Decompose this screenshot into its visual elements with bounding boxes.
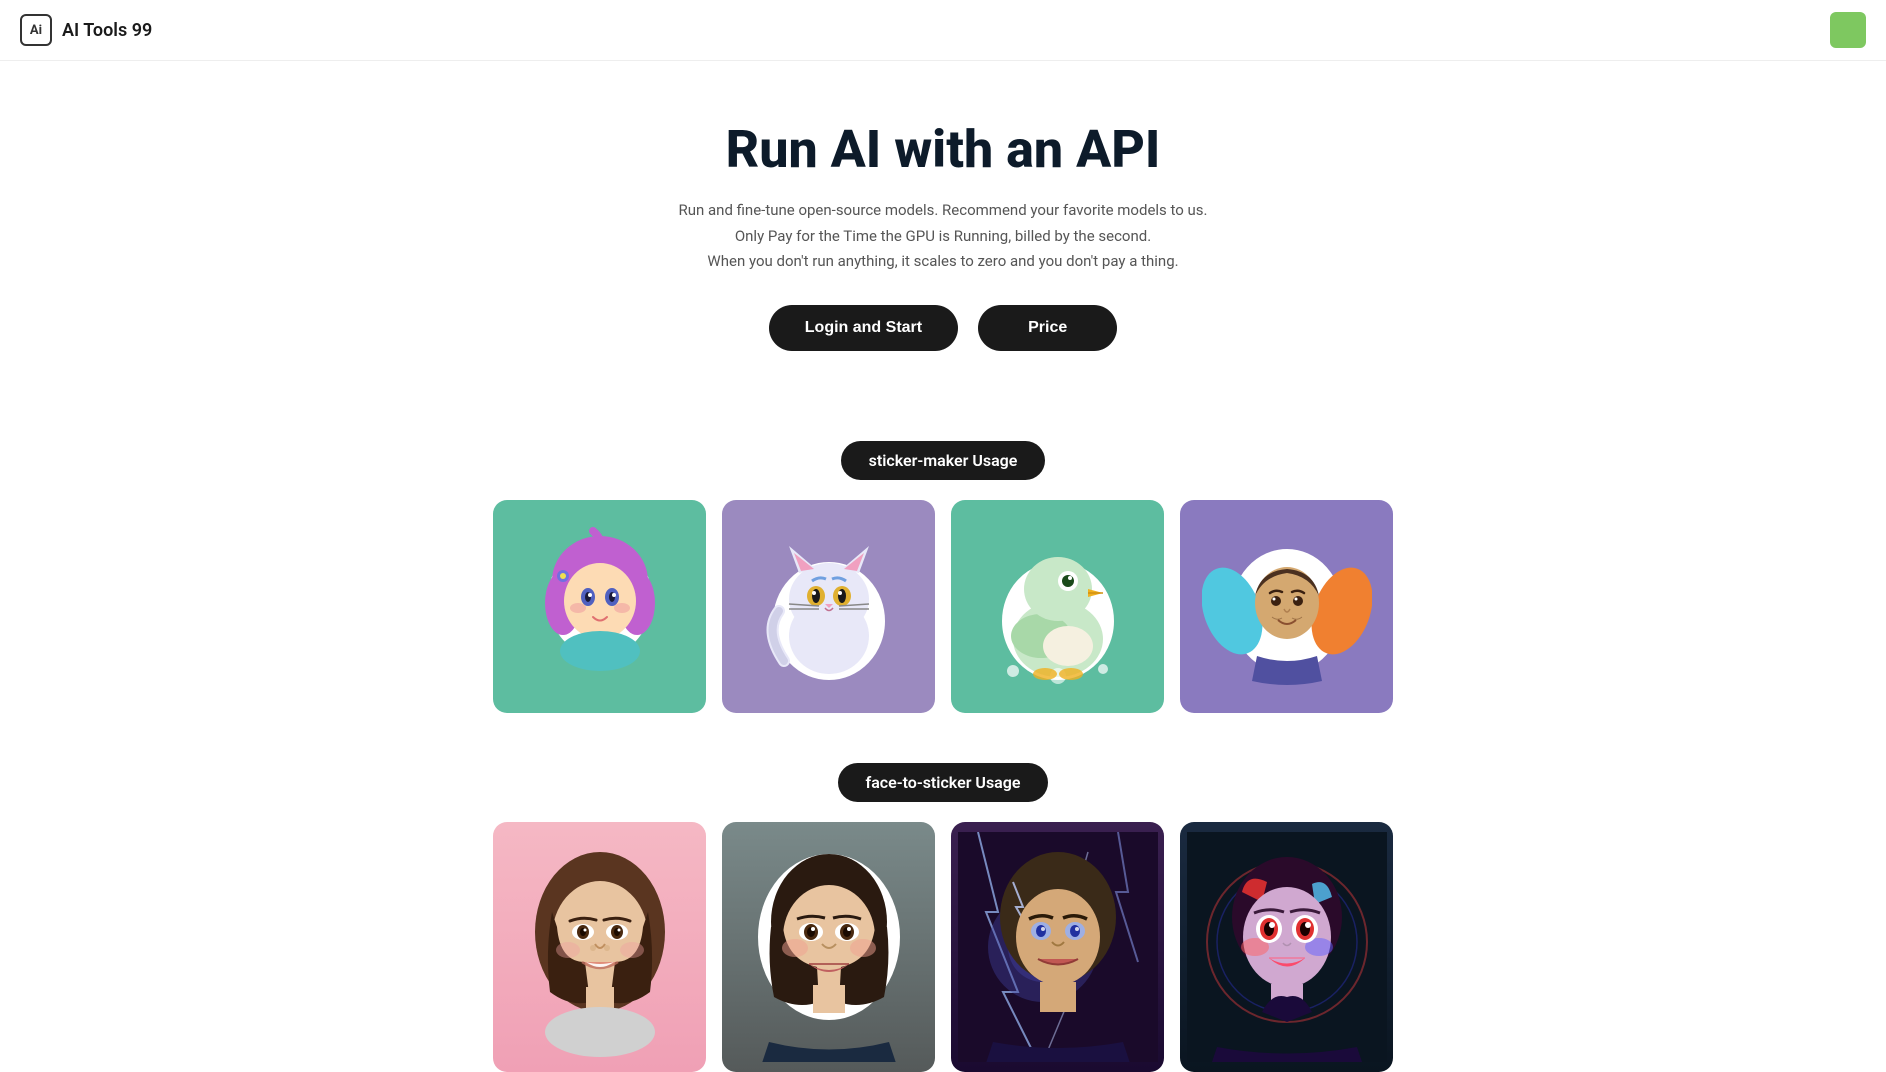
hero-buttons: Login and Start Price	[563, 305, 1323, 351]
site-header: Ai AI Tools 99	[0, 0, 1886, 61]
price-button[interactable]: Price	[978, 305, 1117, 351]
sticker-card-2	[722, 500, 935, 713]
header-action-icon[interactable]	[1830, 12, 1866, 48]
sticker-image-1	[493, 500, 706, 713]
hero-title: Run AI with an API	[563, 121, 1323, 178]
logo-icon: Ai	[20, 14, 52, 46]
face-image-grid	[473, 822, 1413, 1072]
face-image-1	[493, 822, 706, 1072]
subtitle-line-2: Only Pay for the Time the GPU is Running…	[563, 224, 1323, 250]
face-image-3	[951, 822, 1164, 1072]
sticker-image-4	[1180, 500, 1393, 713]
face-card-2	[722, 822, 935, 1072]
subtitle-line-3: When you don't run anything, it scales t…	[563, 249, 1323, 275]
sticker-image-2	[722, 500, 935, 713]
face-image-4	[1180, 822, 1393, 1072]
sticker-card-4	[1180, 500, 1393, 713]
face-to-sticker-section: face-to-sticker Usage	[0, 763, 1886, 1072]
sticker-section-label: sticker-maker Usage	[0, 441, 1886, 480]
face-section-label: face-to-sticker Usage	[0, 763, 1886, 802]
sticker-card-1	[493, 500, 706, 713]
sticker-card-3	[951, 500, 1164, 713]
sticker-label-badge: sticker-maker Usage	[841, 441, 1046, 480]
face-label-badge: face-to-sticker Usage	[838, 763, 1049, 802]
hero-section: Run AI with an API Run and fine-tune ope…	[543, 61, 1343, 441]
logo-text: AI Tools 99	[62, 20, 152, 41]
sticker-image-grid	[473, 500, 1413, 713]
subtitle-line-1: Run and fine-tune open-source models. Re…	[563, 198, 1323, 224]
face-card-1	[493, 822, 706, 1072]
hero-subtitle: Run and fine-tune open-source models. Re…	[563, 198, 1323, 275]
face-image-2	[722, 822, 935, 1072]
login-start-button[interactable]: Login and Start	[769, 305, 958, 351]
logo-area[interactable]: Ai AI Tools 99	[20, 14, 152, 46]
sticker-image-3	[951, 500, 1164, 713]
sticker-maker-section: sticker-maker Usage	[0, 441, 1886, 713]
face-card-4	[1180, 822, 1393, 1072]
face-card-3	[951, 822, 1164, 1072]
